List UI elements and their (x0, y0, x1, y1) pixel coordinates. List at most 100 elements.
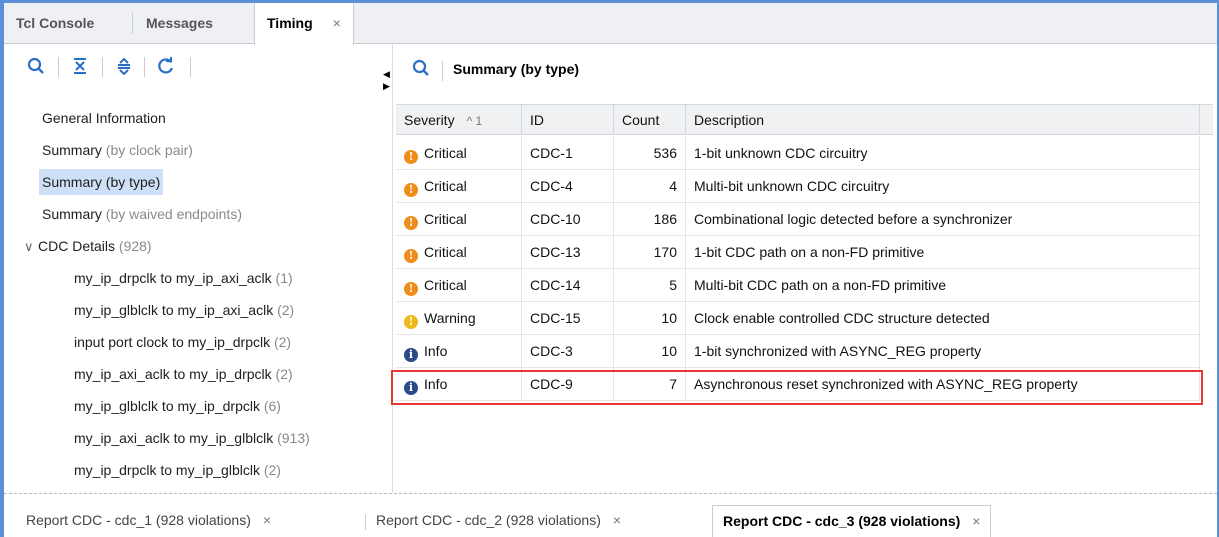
table-row[interactable]: ! Warning CDC-15 10 Clock enable controlled … (396, 301, 1200, 335)
cell-id: CDC-1 (522, 136, 614, 170)
toolbar-divider (144, 57, 145, 77)
tree-item-label: Summary (by type) (42, 174, 161, 190)
toolbar-divider (190, 57, 191, 77)
tree-item-count: (2) (270, 334, 292, 350)
tree-item-clock-pair[interactable]: my_ip_glblclk to my_ip_axi_aclk (2) (74, 297, 294, 323)
column-header-count[interactable]: Count (614, 105, 686, 135)
tab-divider (132, 12, 133, 34)
severity-label: Critical (424, 211, 467, 227)
tab-tcl-console[interactable]: Tcl Console (4, 3, 106, 44)
table-row[interactable]: ! Critical CDC-14 5 Multi-bit CDC path on a … (396, 268, 1200, 302)
cell-description: 1-bit CDC path on a non-FD primitive (686, 235, 1200, 269)
table-row[interactable]: ! Critical CDC-4 4 Multi-bit unknown CDC cir… (396, 169, 1200, 203)
header-divider (442, 61, 443, 81)
tab-label: Tcl Console (16, 15, 95, 31)
cell-description: Multi-bit CDC path on a non-FD primitive (686, 268, 1200, 302)
tree-item-count: (6) (259, 398, 281, 414)
cell-description: Multi-bit unknown CDC circuitry (686, 169, 1200, 203)
tree-item-summary-by-type[interactable]: Summary (by type) (39, 169, 164, 195)
close-icon[interactable]: × (263, 512, 271, 528)
cell-count: 5 (614, 268, 686, 302)
table-row[interactable]: i Info CDC-3 10 1-bit synchronized with ASYN… (396, 334, 1200, 368)
tree-item-label: General Information (42, 110, 166, 126)
tree-item-count: (2) (259, 462, 281, 478)
close-icon[interactable]: × (333, 15, 341, 31)
tab-timing[interactable]: Timing × (254, 3, 354, 45)
tree-item-count: (913) (273, 430, 310, 446)
tab-messages[interactable]: Messages (134, 3, 225, 44)
collapse-left-arrow-icon[interactable]: ◀ (383, 69, 390, 80)
toolbar-divider (102, 57, 103, 77)
summary-header: Summary (by type) (398, 45, 1217, 94)
cell-id: CDC-10 (522, 202, 614, 236)
tab-report-cdc-2[interactable]: Report CDC - cdc_2 (928 violations) × (376, 505, 621, 537)
tab-label: Messages (146, 15, 213, 31)
collapse-all-icon[interactable] (68, 53, 92, 79)
column-header-id[interactable]: ID (522, 105, 614, 135)
bottom-divider (4, 493, 1217, 494)
left-toolbar (4, 45, 394, 89)
tree-item-summary-by-waived[interactable]: Summary (by waived endpoints) (42, 201, 242, 227)
tree-item-summary-by-clock-pair[interactable]: Summary (by clock pair) (42, 137, 193, 163)
table-header: Severity ^ 1 ID Count Description (396, 104, 1213, 135)
cell-count: 10 (614, 301, 686, 335)
column-header-label: Description (694, 112, 765, 128)
tree-item-label: my_ip_glblclk to my_ip_drpclk (74, 398, 260, 414)
tree-item-qualifier: (by waived endpoints) (101, 206, 242, 222)
cell-severity: ! Critical (396, 136, 522, 170)
refresh-icon[interactable] (154, 53, 178, 79)
tree-item-clock-pair[interactable]: my_ip_drpclk to my_ip_glblclk (2) (74, 457, 281, 483)
close-icon[interactable]: × (972, 513, 980, 529)
column-header-label: Count (622, 112, 660, 128)
critical-icon: ! (404, 150, 418, 164)
tree-item-clock-pair[interactable]: my_ip_drpclk to my_ip_axi_aclk (1) (74, 265, 293, 291)
cell-severity: ! Critical (396, 268, 522, 302)
tab-divider (365, 514, 366, 530)
tab-report-cdc-3[interactable]: Report CDC - cdc_3 (928 violations) × (712, 505, 992, 537)
cell-count: 186 (614, 202, 686, 236)
table-row[interactable]: ! Critical CDC-1 536 1-bit unknown CDC circu… (396, 136, 1200, 170)
cell-severity: ! Critical (396, 202, 522, 236)
table-row[interactable]: ! Critical CDC-13 170 1-bit CDC path on a no… (396, 235, 1200, 269)
column-header-label: Severity (404, 112, 455, 128)
report-tab-bar: Report CDC - cdc_1 (928 violations) × Rep… (4, 505, 1217, 537)
column-header-description[interactable]: Description (686, 105, 1200, 135)
severity-label: Critical (424, 244, 467, 260)
tree-item-label: my_ip_axi_aclk to my_ip_drpclk (74, 366, 272, 382)
cell-description: 1-bit synchronized with ASYNC_REG proper… (686, 334, 1200, 368)
tree-item-label: Summary (42, 142, 102, 158)
tree-item-clock-pair[interactable]: input port clock to my_ip_drpclk (2) (74, 329, 291, 355)
cell-id: CDC-4 (522, 169, 614, 203)
cell-severity: ! Warning (396, 301, 522, 335)
table-row[interactable]: ! Critical CDC-10 186 Combinational logic de… (396, 202, 1200, 236)
cell-count: 10 (614, 334, 686, 368)
cell-count: 4 (614, 169, 686, 203)
collapse-right-arrow-icon[interactable]: ▶ (383, 81, 390, 92)
column-header-severity[interactable]: Severity ^ 1 (396, 105, 522, 135)
expand-all-icon[interactable] (112, 53, 136, 79)
chevron-down-icon[interactable]: ∨ (24, 234, 38, 260)
tree-item-clock-pair[interactable]: my_ip_axi_aclk to my_ip_glblclk (913) (74, 425, 310, 451)
search-icon[interactable] (24, 53, 48, 79)
tab-label: Report CDC - cdc_1 (928 violations) (26, 512, 251, 528)
sort-ascending-icon: ^ 1 (466, 114, 483, 128)
critical-icon: ! (404, 183, 418, 197)
cell-id: CDC-14 (522, 268, 614, 302)
severity-label: Critical (424, 145, 467, 161)
tab-report-cdc-1[interactable]: Report CDC - cdc_1 (928 violations) × (26, 505, 271, 537)
cell-id: CDC-3 (522, 334, 614, 368)
severity-label: Critical (424, 277, 467, 293)
cell-severity: ! Critical (396, 235, 522, 269)
search-icon[interactable] (412, 59, 430, 83)
info-icon: i (404, 348, 418, 362)
tab-label: Report CDC - cdc_3 (928 violations) (723, 513, 961, 529)
tree-item-general-information[interactable]: General Information (42, 105, 166, 131)
tree-item-cdc-details[interactable]: ∨ CDC Details (928) (24, 233, 152, 259)
cell-description: 1-bit unknown CDC circuitry (686, 136, 1200, 170)
tree-item-label: my_ip_drpclk to my_ip_glblclk (74, 462, 260, 478)
critical-icon: ! (404, 282, 418, 296)
cell-severity: ! Critical (396, 169, 522, 203)
close-icon[interactable]: × (613, 512, 621, 528)
tree-item-clock-pair[interactable]: my_ip_glblclk to my_ip_drpclk (6) (74, 393, 281, 419)
tree-item-clock-pair[interactable]: my_ip_axi_aclk to my_ip_drpclk (2) (74, 361, 293, 387)
